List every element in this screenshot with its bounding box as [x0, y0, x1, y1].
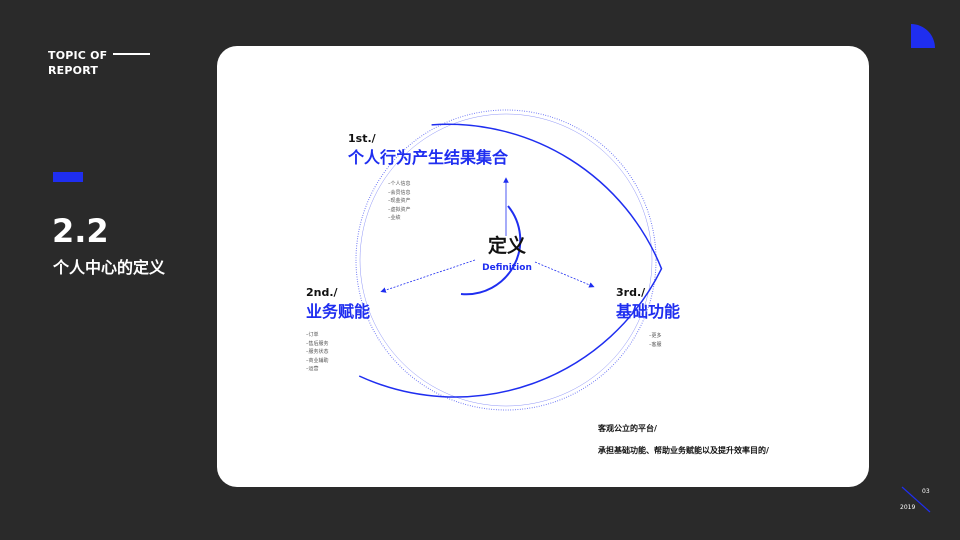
- topic-label: TOPIC OF REPORT: [48, 48, 107, 78]
- content-card: 定义 Definition 1st./ 个人行为产生结果集合 个人信息 会员信息…: [217, 46, 869, 487]
- arrow-right: [534, 261, 595, 288]
- topic-line1: TOPIC OF: [48, 49, 108, 62]
- list-item: 个人信息: [388, 180, 411, 189]
- node-3-items: 更多 客服: [649, 332, 662, 349]
- center-title: 定义: [487, 235, 526, 257]
- node-1-items: 个人信息 会员信息 现金资产 虚拟资产 业绩: [388, 180, 411, 223]
- node-3-number: 3rd./: [616, 286, 646, 299]
- list-item: 售后服务: [306, 340, 329, 349]
- list-item: 服务状态: [306, 348, 329, 357]
- node-1-number: 1st./: [348, 132, 376, 145]
- accent-bar: [53, 172, 83, 182]
- node-1: 1st./ 个人行为产生结果集合: [348, 132, 508, 168]
- list-item: 商业辅助: [306, 357, 329, 366]
- page-number: 03: [922, 488, 930, 495]
- topic-divider: [113, 53, 150, 55]
- list-item: 虚拟资产: [388, 206, 411, 215]
- node-2: 2nd./ 业务赋能: [306, 286, 370, 322]
- node-1-title: 个人行为产生结果集合: [348, 148, 509, 167]
- list-item: 客服: [649, 341, 662, 350]
- list-item: 运营: [306, 365, 329, 374]
- node-3: 3rd./ 基础功能: [616, 286, 680, 322]
- definition-diagram: [355, 109, 663, 411]
- list-item: 业绩: [388, 214, 411, 223]
- section-number: 2.2: [52, 212, 109, 250]
- node-2-number: 2nd./: [306, 286, 338, 299]
- statement-line1: 客观公立的平台/: [598, 424, 657, 433]
- node-2-items: 订单 售后服务 服务状态 商业辅助 运营: [306, 331, 329, 374]
- corner-quarter-circle-icon: [911, 24, 935, 48]
- footer-year: 2019: [900, 504, 916, 511]
- list-item: 会员信息: [388, 189, 411, 198]
- list-item: 订单: [306, 331, 329, 340]
- center-subtitle: Definition: [482, 263, 532, 273]
- topic-line2: REPORT: [48, 64, 99, 77]
- arrow-left: [380, 259, 476, 293]
- list-item: 更多: [649, 332, 662, 341]
- statement-line2: 承担基础功能、帮助业务赋能以及提升效率目的/: [598, 446, 769, 455]
- node-2-title: 业务赋能: [306, 302, 371, 321]
- node-3-title: 基础功能: [616, 302, 681, 321]
- section-title: 个人中心的定义: [53, 258, 166, 277]
- list-item: 现金资产: [388, 197, 411, 206]
